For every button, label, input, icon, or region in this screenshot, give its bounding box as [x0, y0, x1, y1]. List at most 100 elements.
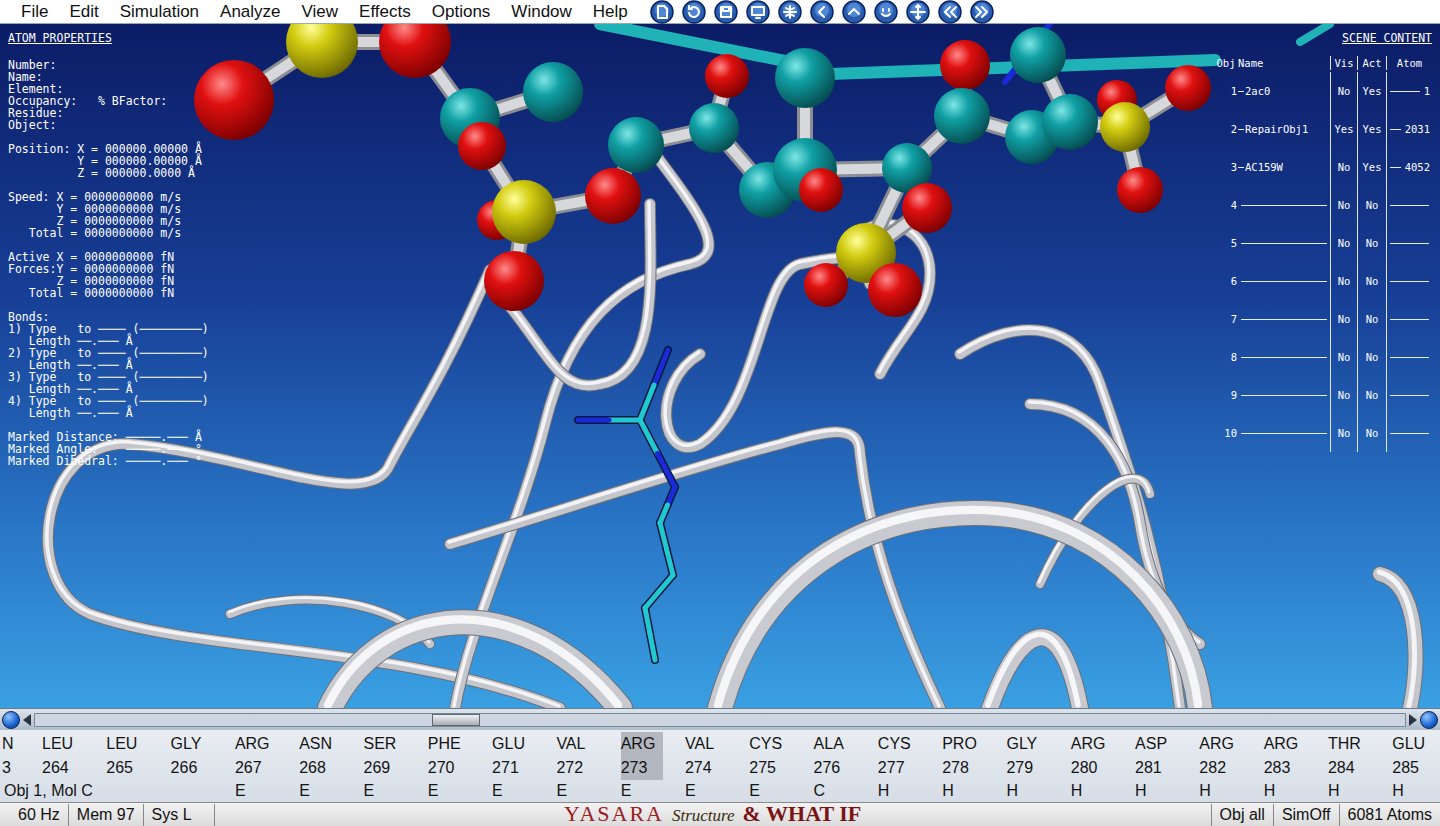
object-active[interactable]: No [1357, 338, 1386, 376]
object-visible[interactable]: No [1330, 300, 1357, 338]
residue[interactable]: ALA276C [808, 732, 872, 802]
globe-icon[interactable] [778, 0, 802, 24]
menu-item[interactable]: Analyze [220, 1, 280, 23]
atom-ball[interactable] [484, 251, 544, 311]
residue[interactable]: SER269E [357, 732, 421, 802]
scene-object-row[interactable]: 6NoNo [1214, 262, 1432, 300]
residue[interactable]: GLY279H [1000, 732, 1064, 802]
object-active[interactable]: No [1357, 300, 1386, 338]
open-icon[interactable] [682, 0, 706, 24]
object-active[interactable]: No [1357, 186, 1386, 224]
scene-object-row[interactable]: 7NoNo [1214, 300, 1432, 338]
sequence-menu-icon[interactable] [2, 711, 20, 729]
atom-ball[interactable] [1042, 94, 1098, 150]
object-active[interactable]: No [1357, 376, 1386, 414]
object-active[interactable]: Yes [1357, 110, 1386, 148]
residue[interactable]: THR284H [1322, 732, 1386, 802]
atom-ball[interactable] [585, 168, 641, 224]
scroll-right-icon[interactable] [1409, 714, 1417, 726]
atom-ball[interactable] [458, 122, 506, 170]
scene-object-row[interactable]: 8NoNo [1214, 338, 1432, 376]
molecule-viewport[interactable]: ATOM PROPERTIESNumber:Name:Element:Occup… [0, 24, 1440, 708]
residue[interactable]: VAL274E [679, 732, 743, 802]
scene-object-row[interactable]: 3AC159WNoYes4052 [1214, 148, 1432, 186]
scene-object-row[interactable]: 10NoNo [1214, 414, 1432, 452]
atom-ball[interactable] [689, 103, 739, 153]
object-visible[interactable]: No [1330, 376, 1357, 414]
atom-ball[interactable] [940, 40, 990, 90]
residue[interactable]: GLU271E [486, 732, 550, 802]
residue[interactable]: GLY266 [165, 732, 229, 802]
molecule-view[interactable] [0, 24, 1440, 708]
screen-icon[interactable] [746, 0, 770, 24]
status-item[interactable]: 6081 Atoms [1339, 804, 1440, 826]
scene-object-row[interactable]: 12ac0NoYes1 [1214, 72, 1432, 110]
scene-object-row[interactable]: 4NoNo [1214, 186, 1432, 224]
save-icon[interactable] [714, 0, 738, 24]
object-visible[interactable]: No [1330, 224, 1357, 262]
object-visible[interactable]: No [1330, 72, 1357, 110]
atom-ball[interactable] [286, 24, 358, 78]
object-visible[interactable]: No [1330, 262, 1357, 300]
atom-ball[interactable] [379, 24, 451, 78]
object-active[interactable]: No [1357, 414, 1386, 452]
scene-object-row[interactable]: 2RepairObj1YesYes2031 [1214, 110, 1432, 148]
scroll-thumb[interactable] [432, 714, 480, 726]
status-item[interactable]: SimOff [1273, 804, 1339, 826]
scene-object-row[interactable]: 5NoNo [1214, 224, 1432, 262]
up-icon[interactable] [842, 0, 866, 24]
atom-ball[interactable] [868, 263, 922, 317]
atom-ball[interactable] [523, 62, 583, 122]
forward-icon[interactable] [970, 0, 994, 24]
menu-item[interactable]: Window [511, 1, 571, 23]
atom-ball[interactable] [799, 168, 843, 212]
object-visible[interactable]: No [1330, 186, 1357, 224]
face-icon[interactable] [874, 0, 898, 24]
atom-ball[interactable] [1117, 167, 1163, 213]
menu-item[interactable]: Help [593, 1, 628, 23]
move-icon[interactable] [906, 0, 930, 24]
atom-ball[interactable] [902, 183, 952, 233]
residue[interactable]: CYS275E [743, 732, 807, 802]
object-visible[interactable]: No [1330, 148, 1357, 186]
rewind-icon[interactable] [938, 0, 962, 24]
atom-ball[interactable] [934, 88, 990, 144]
residue[interactable]: PHE270E [422, 732, 486, 802]
atom-ball[interactable] [804, 263, 848, 307]
residue[interactable]: ARG283H [1258, 732, 1322, 802]
menu-item[interactable]: File [21, 1, 48, 23]
sequence-options-icon[interactable] [1420, 711, 1438, 729]
atom-ball[interactable] [775, 48, 835, 108]
arginine-sidechain[interactable] [578, 350, 675, 660]
menu-item[interactable]: Effects [359, 1, 411, 23]
residue[interactable]: PRO278H [936, 732, 1000, 802]
menu-item[interactable]: Options [432, 1, 491, 23]
menu-item[interactable]: View [302, 1, 339, 23]
residue[interactable]: ARG267E [229, 732, 293, 802]
scroll-track[interactable] [34, 713, 1406, 727]
residue[interactable]: LEU265 [100, 732, 164, 802]
residue[interactable]: ASP281H [1129, 732, 1193, 802]
new-file-icon[interactable] [650, 0, 674, 24]
status-item[interactable]: Obj all [1211, 804, 1273, 826]
atom-ball[interactable] [1165, 65, 1211, 111]
object-visible[interactable]: Yes [1330, 110, 1357, 148]
residue[interactable]: ARG273E [615, 732, 679, 802]
scene-object-row[interactable]: 9NoNo [1214, 376, 1432, 414]
object-active[interactable]: Yes [1357, 148, 1386, 186]
atom-ball[interactable] [1010, 27, 1066, 83]
menu-item[interactable]: Simulation [120, 1, 199, 23]
residue[interactable]: ASN268E [293, 732, 357, 802]
atom-ball[interactable] [492, 180, 556, 244]
scroll-left-icon[interactable] [23, 714, 31, 726]
residue[interactable]: GLU285H [1386, 732, 1440, 802]
residue[interactable]: CYS277H [872, 732, 936, 802]
residue[interactable]: VAL272E [550, 732, 614, 802]
menu-item[interactable]: Edit [69, 1, 98, 23]
back-icon[interactable] [810, 0, 834, 24]
residue[interactable]: ARG282H [1193, 732, 1257, 802]
object-visible[interactable]: No [1330, 414, 1357, 452]
atom-ball[interactable] [194, 60, 274, 140]
object-visible[interactable]: No [1330, 338, 1357, 376]
object-active[interactable]: Yes [1357, 72, 1386, 110]
